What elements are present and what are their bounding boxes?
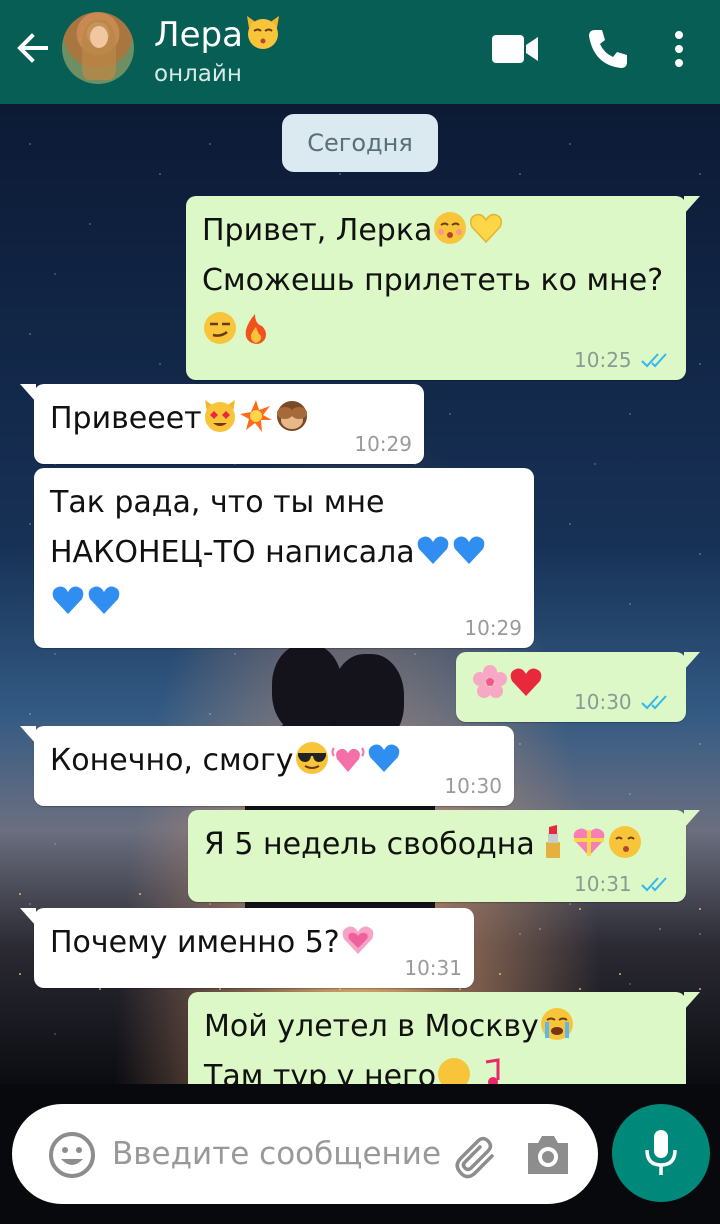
kissing-smiling-eyes-icon bbox=[608, 826, 641, 858]
incoming-message[interactable]: Так рада, что ты мне НАКОНЕЦ-ТО написала… bbox=[34, 468, 534, 648]
read-ticks-icon bbox=[641, 695, 667, 710]
video-call-icon[interactable] bbox=[490, 26, 540, 72]
yellow-heart-icon bbox=[470, 213, 503, 244]
attach-icon[interactable] bbox=[452, 1134, 500, 1180]
heart-eyes-cat-icon bbox=[204, 400, 235, 432]
message-meta: 10:29 bbox=[464, 616, 522, 640]
message-emoji bbox=[50, 578, 518, 628]
heart-with-ribbon-icon bbox=[573, 828, 605, 856]
outgoing-message[interactable]: Привет, Лерка Сможешь прилететь ко мне? … bbox=[186, 196, 700, 380]
blue-heart-icon bbox=[368, 744, 399, 772]
smirking-face-icon bbox=[438, 1058, 471, 1084]
message-meta: 10:31 bbox=[404, 956, 462, 980]
message-input-bar bbox=[0, 1084, 720, 1224]
message-text: Я 5 недель свободна bbox=[204, 820, 670, 870]
red-heart-icon bbox=[510, 668, 542, 696]
crying-face-icon bbox=[540, 1008, 573, 1040]
message-text: Мой улетел в Москву bbox=[204, 1002, 670, 1052]
message-text: Так рада, что ты мне bbox=[50, 485, 385, 520]
chat-area[interactable]: Сегодня Привет, Лерка Сможешь прилететь … bbox=[0, 104, 720, 1084]
fire-icon bbox=[245, 314, 266, 344]
date-separator: Сегодня bbox=[282, 114, 438, 172]
kissing-face-icon bbox=[434, 212, 467, 244]
incoming-message[interactable]: Привееет 10:29 bbox=[20, 384, 424, 464]
blue-heart-icon bbox=[88, 586, 120, 614]
message-text: НАКОНЕЦ-ТО написала bbox=[50, 528, 518, 578]
contact-avatar[interactable] bbox=[62, 12, 134, 84]
vibrating-heart-icon bbox=[331, 747, 364, 772]
cherry-blossom-icon bbox=[473, 665, 507, 698]
blue-heart-icon bbox=[417, 536, 448, 564]
message-input[interactable] bbox=[112, 1128, 462, 1180]
incoming-message[interactable]: Почему именно 5? 10:31 bbox=[20, 908, 474, 988]
message-meta: 10:31 bbox=[574, 872, 674, 896]
outgoing-message[interactable]: 10:30 bbox=[456, 652, 700, 722]
read-ticks-icon bbox=[641, 877, 667, 892]
collision-icon bbox=[239, 400, 272, 432]
message-text: Привет, Лерка bbox=[202, 206, 670, 256]
message-meta: 10:30 bbox=[444, 774, 502, 798]
sunglasses-face-icon bbox=[295, 742, 328, 774]
contact-status: онлайн bbox=[154, 61, 242, 87]
chat-header: Лера онлайн bbox=[0, 0, 720, 104]
voice-record-button[interactable] bbox=[612, 1104, 710, 1202]
blue-heart-icon bbox=[453, 536, 484, 564]
message-text: Конечно, смогу bbox=[50, 736, 498, 786]
message-meta: 10:30 bbox=[574, 690, 674, 714]
contact-name[interactable]: Лера bbox=[154, 14, 283, 55]
incoming-message[interactable]: Конечно, смогу 10:30 bbox=[20, 726, 514, 806]
more-menu-icon[interactable] bbox=[664, 26, 694, 72]
back-arrow-icon[interactable] bbox=[12, 28, 52, 68]
message-text: Почему именно 5? bbox=[50, 918, 458, 968]
message-input-container[interactable] bbox=[12, 1104, 598, 1204]
read-ticks-icon bbox=[641, 353, 667, 368]
outgoing-message[interactable]: Мой улетел в Москву Там тур у него bbox=[188, 992, 700, 1084]
emoji-icon[interactable] bbox=[48, 1131, 96, 1179]
smirking-face-icon bbox=[204, 312, 236, 344]
blue-heart-icon bbox=[52, 586, 84, 614]
kissing-cat-icon bbox=[246, 16, 279, 49]
outgoing-message[interactable]: Я 5 недель свободна 10:31 bbox=[188, 810, 700, 902]
message-text: Там тур у него bbox=[204, 1052, 670, 1084]
growing-heart-icon bbox=[342, 926, 374, 954]
message-meta: 10:29 bbox=[354, 432, 412, 456]
mic-icon bbox=[645, 1130, 677, 1175]
lipstick-icon bbox=[545, 825, 560, 858]
camera-icon[interactable] bbox=[524, 1133, 572, 1177]
message-meta: 10:25 bbox=[574, 348, 674, 372]
music-note-icon bbox=[485, 1058, 500, 1084]
see-no-evil-monkey-icon bbox=[276, 401, 307, 431]
phone-call-icon[interactable] bbox=[586, 27, 630, 71]
message-text: Сможешь прилететь ко мне? bbox=[202, 263, 664, 298]
